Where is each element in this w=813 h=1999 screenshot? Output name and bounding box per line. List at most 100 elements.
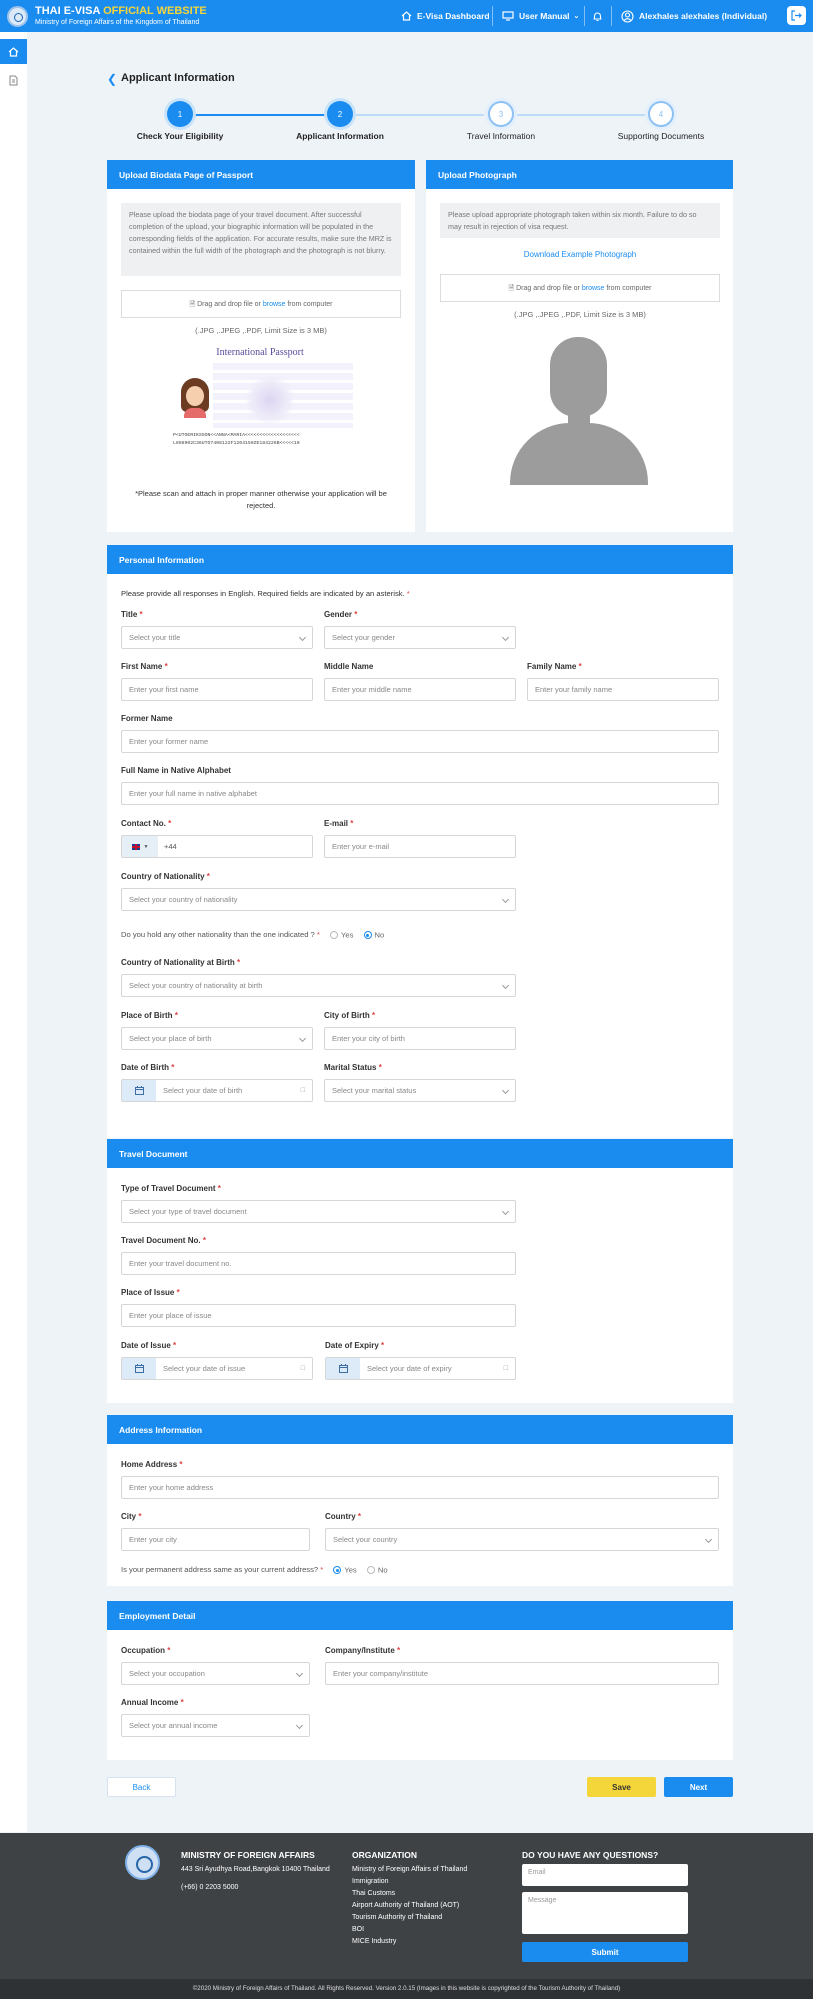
- date-of-issue-picker[interactable]: Select your date of issue □: [121, 1357, 313, 1380]
- footer-org-link[interactable]: Thai Customs: [352, 1888, 395, 1900]
- photo-file-limits: (.JPG ,.JPEG ,.PDF, Limit Size is 3 MB): [514, 310, 646, 319]
- city-input[interactable]: Enter your city: [121, 1528, 310, 1551]
- occupation-label: Occupation *: [121, 1646, 171, 1655]
- middle-name-label: Middle Name: [324, 662, 374, 671]
- sidebar-item-home[interactable]: [0, 39, 27, 64]
- sidebar-item-documents[interactable]: [0, 70, 27, 90]
- occupation-select[interactable]: Select your occupation: [121, 1662, 310, 1685]
- nationality-at-birth-select[interactable]: Select your country of nationality at bi…: [121, 974, 516, 997]
- company-label: Company/Institute *: [325, 1646, 401, 1655]
- company-input[interactable]: Enter your company/institute: [325, 1662, 719, 1685]
- caret-down-icon: ▼: [143, 843, 149, 850]
- gender-select[interactable]: Select your gender: [324, 626, 516, 649]
- passport-upload-card: Upload Biodata Page of Passport Please u…: [107, 160, 415, 532]
- save-button[interactable]: Save: [587, 1777, 656, 1797]
- other-nationality-yes-radio[interactable]: [330, 931, 338, 939]
- photo-dropzone[interactable]: 🗎 Drag and drop file or browse from comp…: [440, 274, 720, 302]
- title-select[interactable]: Select your title: [121, 626, 313, 649]
- photo-card-header: Upload Photograph: [426, 160, 733, 189]
- nationality-label: Country of Nationality *: [121, 872, 210, 881]
- place-of-issue-input[interactable]: Enter your place of issue: [121, 1304, 516, 1327]
- footer-org-link[interactable]: Airport Authority of Thailand (AOT): [352, 1900, 459, 1912]
- chevron-down-icon: [501, 1086, 510, 1095]
- sample-passport-image: International Passport P<UTOERIKSSON<<AN…: [165, 345, 355, 451]
- employment-card-header: Employment Detail: [107, 1601, 733, 1630]
- travel-doc-number-label: Travel Document No. *: [121, 1236, 206, 1245]
- travel-doc-type-select[interactable]: Select your type of travel document: [121, 1200, 516, 1223]
- same-address-no-radio[interactable]: [366, 1566, 375, 1574]
- home-address-input[interactable]: Enter your home address: [121, 1476, 719, 1499]
- travel-doc-type-label: Type of Travel Document *: [121, 1184, 221, 1193]
- annual-income-select[interactable]: Select your annual income: [121, 1714, 310, 1737]
- calendar-small-icon: □: [300, 1087, 305, 1094]
- footer-ministry-title: MINISTRY OF FOREIGN AFFAIRS: [181, 1850, 315, 1860]
- calendar-small-icon: □: [300, 1365, 305, 1372]
- passport-mrz-line-2: L898902C36UTO7408122F1204159ZE184226B<<<…: [173, 441, 300, 446]
- date-of-expiry-picker[interactable]: Select your date of expiry □: [325, 1357, 516, 1380]
- chevron-down-icon: [295, 1721, 304, 1730]
- photo-browse-link[interactable]: browse: [582, 285, 605, 292]
- footer-org-link[interactable]: Tourism Authority of Thailand: [352, 1912, 442, 1924]
- passport-instructions: Please upload the biodata page of your t…: [121, 203, 401, 276]
- step-3-label: Travel Information: [466, 131, 536, 141]
- date-of-birth-label: Date of Birth *: [121, 1063, 175, 1072]
- passport-card-header: Upload Biodata Page of Passport: [107, 160, 415, 189]
- native-name-input[interactable]: Enter your full name in native alphabet: [121, 782, 719, 805]
- logout-button[interactable]: [787, 6, 806, 25]
- former-name-input[interactable]: Enter your former name: [121, 730, 719, 753]
- other-nationality-no-radio[interactable]: [363, 931, 372, 939]
- nav-evisa-dashboard[interactable]: E-Visa Dashboard: [401, 0, 490, 32]
- chevron-down-icon: [501, 981, 510, 990]
- footer-org-link[interactable]: Immigration: [352, 1876, 389, 1888]
- calendar-icon: [326, 1358, 360, 1379]
- next-button[interactable]: Next: [664, 1777, 733, 1797]
- back-button[interactable]: Back: [107, 1777, 176, 1797]
- home-address-label: Home Address *: [121, 1460, 183, 1469]
- date-of-expiry-label: Date of Expiry *: [325, 1341, 385, 1350]
- user-circle-icon: [621, 9, 634, 23]
- travel-document-card: Travel Document Type of Travel Document …: [107, 1139, 733, 1403]
- date-of-birth-picker[interactable]: Select your date of birth □: [121, 1079, 313, 1102]
- country-code-selector[interactable]: ▼: [122, 836, 158, 857]
- step-4-label: Supporting Documents: [617, 131, 705, 141]
- step-4-circle: 4: [648, 101, 674, 127]
- footer-copyright: ©2020 Ministry of Foreign Affairs of Tha…: [0, 1979, 813, 1999]
- email-input[interactable]: Enter your e-mail: [324, 835, 516, 858]
- middle-name-input[interactable]: Enter your middle name: [324, 678, 516, 701]
- step-3-circle: 3: [488, 101, 514, 127]
- country-select[interactable]: Select your country: [325, 1528, 719, 1551]
- logout-icon: [791, 10, 802, 21]
- photo-upload-card: Upload Photograph Please upload appropri…: [426, 160, 733, 532]
- contact-number-input[interactable]: ▼ +44: [121, 835, 313, 858]
- marital-status-select[interactable]: Select your marital status: [324, 1079, 516, 1102]
- footer-org-link[interactable]: Ministry of Foreign Affairs of Thailand: [352, 1864, 467, 1876]
- download-example-photo-link[interactable]: Download Example Photograph: [524, 250, 637, 259]
- date-of-issue-label: Date of Issue *: [121, 1341, 177, 1350]
- same-address-yes-radio[interactable]: [333, 1566, 342, 1574]
- footer-submit-button[interactable]: Submit: [522, 1942, 688, 1962]
- first-name-input[interactable]: Enter your first name: [121, 678, 313, 701]
- footer-org-link[interactable]: MICE Industry: [352, 1936, 396, 1948]
- nav-user-manual[interactable]: User Manual ⌄: [502, 0, 579, 32]
- footer-email-input[interactable]: Email: [522, 1864, 688, 1886]
- back-arrow-icon[interactable]: ❮: [107, 72, 117, 86]
- city-of-birth-input[interactable]: Enter your city of birth: [324, 1027, 516, 1050]
- chevron-down-icon: [298, 633, 307, 642]
- user-menu[interactable]: Alexhales alexhales (Individual): [621, 0, 767, 32]
- footer-message-input[interactable]: Message: [522, 1892, 688, 1934]
- ministry-seal-logo: [7, 6, 28, 27]
- passport-browse-link[interactable]: browse: [263, 301, 286, 308]
- footer-org-link[interactable]: BOI: [352, 1924, 364, 1936]
- nationality-select[interactable]: Select your country of nationality: [121, 888, 516, 911]
- travel-doc-number-input[interactable]: Enter your travel document no.: [121, 1252, 516, 1275]
- chevron-down-icon: [501, 895, 510, 904]
- top-bar: THAI E-VISA OFFICIAL WEBSITE Ministry of…: [0, 0, 813, 32]
- step-connector: [193, 114, 337, 116]
- notifications-bell[interactable]: [593, 0, 607, 32]
- passport-dropzone[interactable]: 🗎 Drag and drop file or browse from comp…: [121, 290, 401, 318]
- ministry-seal-logo: [125, 1845, 160, 1880]
- family-name-input[interactable]: Enter your family name: [527, 678, 719, 701]
- chevron-down-icon: [501, 633, 510, 642]
- place-of-birth-select[interactable]: Select your place of birth: [121, 1027, 313, 1050]
- first-name-label: First Name *: [121, 662, 168, 671]
